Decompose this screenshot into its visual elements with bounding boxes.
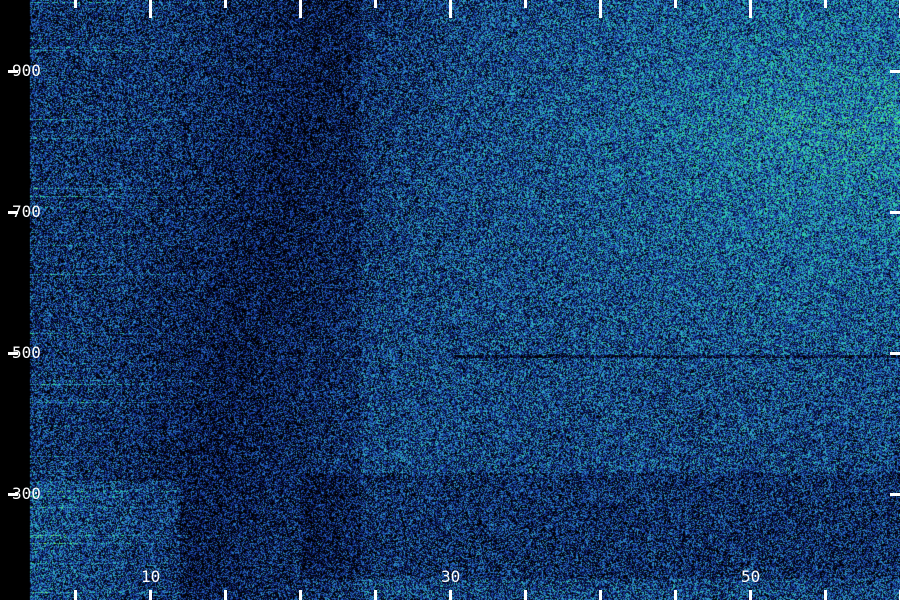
x-tick-bottom-45 (674, 590, 677, 600)
x-tick-bottom-30 (449, 590, 452, 600)
spectrogram-chart: 10 30 50 300 500 700 900 (0, 0, 900, 600)
x-tick-top-20 (299, 0, 302, 18)
y-tick-right-700 (890, 211, 900, 214)
x-tick-label-10: 10 (141, 567, 161, 586)
x-tick-top-25 (374, 0, 377, 8)
x-tick-bottom-55 (824, 590, 827, 600)
y-tick-right-500 (890, 352, 900, 355)
x-tick-bottom-40 (599, 590, 602, 600)
y-tick-label-300: 300 (12, 484, 41, 503)
x-tick-bottom-15 (224, 590, 227, 600)
x-tick-top-5 (74, 0, 77, 8)
x-tick-top-10 (149, 0, 152, 18)
x-tick-bottom-25 (374, 590, 377, 600)
x-tick-label-50: 50 (741, 567, 761, 586)
x-tick-top-15 (224, 0, 227, 8)
y-tick-right-300 (890, 493, 900, 496)
x-tick-bottom-35 (524, 590, 527, 600)
x-tick-top-50 (749, 0, 752, 18)
y-tick-label-500: 500 (12, 343, 41, 362)
x-tick-bottom-5 (74, 590, 77, 600)
y-tick-label-900: 900 (12, 61, 41, 80)
x-tick-top-40 (599, 0, 602, 18)
x-tick-top-45 (674, 0, 677, 8)
x-tick-bottom-10 (149, 590, 152, 600)
y-tick-right-900 (890, 70, 900, 73)
x-tick-top-35 (524, 0, 527, 8)
x-tick-label-30: 30 (441, 567, 461, 586)
x-tick-top-55 (824, 0, 827, 8)
x-tick-bottom-20 (299, 590, 302, 600)
x-tick-top-30 (449, 0, 452, 18)
x-tick-bottom-50 (749, 590, 752, 600)
y-tick-label-700: 700 (12, 202, 41, 221)
heatmap-canvas (0, 0, 900, 600)
